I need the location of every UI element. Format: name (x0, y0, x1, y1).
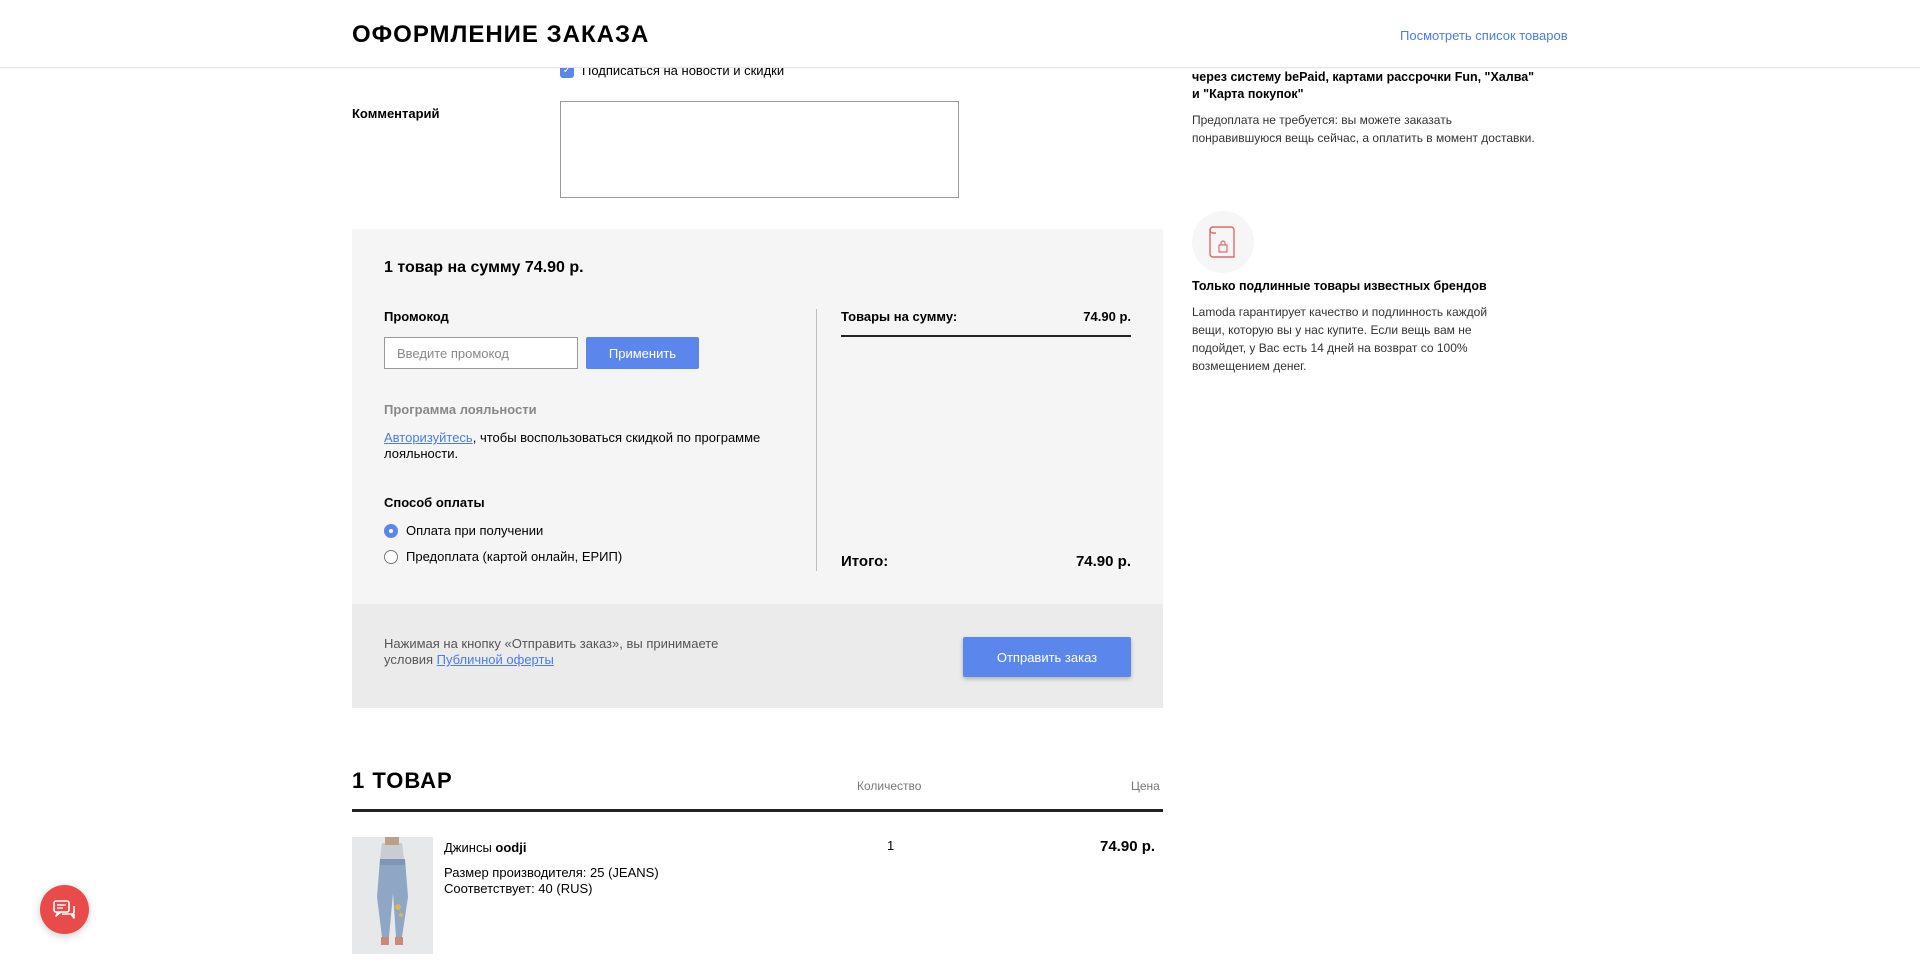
view-items-link[interactable]: Посмотреть список товаров (1400, 28, 1568, 43)
product-size-match: Соответствует: 40 (RUS) (444, 881, 593, 896)
promo-label: Промокод (384, 309, 449, 324)
total-value: 74.90 р. (1075, 553, 1131, 570)
payment-option-label: Оплата при получении (406, 523, 544, 538)
product-price: 74.90 р. (1100, 838, 1156, 855)
promo-input[interactable] (384, 337, 578, 369)
login-link[interactable]: Авторизуйтесь (384, 430, 473, 445)
loyalty-text: Авторизуйтесь, чтобы воспользоваться ски… (384, 430, 784, 462)
summary-divider (816, 309, 817, 571)
brands-info-text: Lamoda гарантирует качество и подлинност… (1192, 305, 1488, 373)
product-details: Размер производителя: 25 (JEANS) Соответ… (444, 865, 659, 897)
page-title: ОФОРМЛЕНИЕ ЗАКАЗА (352, 21, 650, 48)
product-size: Размер производителя: 25 (JEANS) (444, 865, 659, 880)
comment-label: Комментарий (352, 106, 440, 121)
radio-unselected-icon[interactable] (384, 549, 398, 564)
submit-area: Нажимая на кнопку «Отправить заказ», вы … (352, 604, 1163, 708)
submit-order-button[interactable]: Отправить заказ (963, 637, 1131, 677)
quantity-column-header: Количество (857, 779, 922, 793)
chat-button[interactable] (40, 885, 89, 934)
payment-info-text: Предоплата не требуется: вы можете заказ… (1192, 113, 1535, 145)
summary-title: 1 товар на сумму 74.90 р. (384, 259, 584, 276)
product-brand: oodji (495, 840, 527, 855)
brands-info-title: Только подлинные товары известных брендо… (1192, 279, 1487, 293)
payment-method-label: Способ оплаты (384, 495, 485, 510)
payment-option-cod[interactable]: Оплата при получении (384, 523, 543, 538)
apply-promo-button[interactable]: Применить (586, 337, 699, 369)
items-heading: 1 ТОВАР (352, 768, 453, 793)
public-offer-link[interactable]: Публичной оферты (437, 652, 554, 667)
product-name: Джинсы oodji (444, 840, 526, 855)
comment-field[interactable] (560, 101, 959, 198)
price-column-header: Цена (1131, 779, 1160, 793)
sum-underline (841, 335, 1131, 337)
payment-option-prepay[interactable]: Предоплата (картой онлайн, ЕРИП) (384, 549, 622, 564)
product-type: Джинсы (444, 840, 492, 855)
items-divider (352, 809, 1163, 812)
header: ОФОРМЛЕНИЕ ЗАКАЗА Посмотреть список това… (0, 0, 1920, 68)
goods-sum-value: 74.90 р. (1083, 309, 1131, 324)
radio-selected-icon[interactable] (384, 523, 398, 538)
product-image[interactable] (352, 837, 433, 954)
certificate-icon (1192, 211, 1254, 273)
product-quantity: 1 (887, 838, 895, 853)
total-label: Итого: (841, 553, 889, 570)
chat-icon (52, 899, 75, 919)
payment-option-label: Предоплата (картой онлайн, ЕРИП) (406, 549, 623, 564)
goods-sum-label: Товары на сумму: (841, 309, 958, 324)
loyalty-label: Программа лояльности (384, 402, 537, 417)
order-summary: 1 товар на сумму 74.90 р. Промокод Приме… (352, 229, 1163, 604)
jeans-photo (352, 837, 433, 954)
certificate-icon-graphic (1209, 226, 1235, 258)
terms-text: Нажимая на кнопку «Отправить заказ», вы … (384, 636, 724, 668)
